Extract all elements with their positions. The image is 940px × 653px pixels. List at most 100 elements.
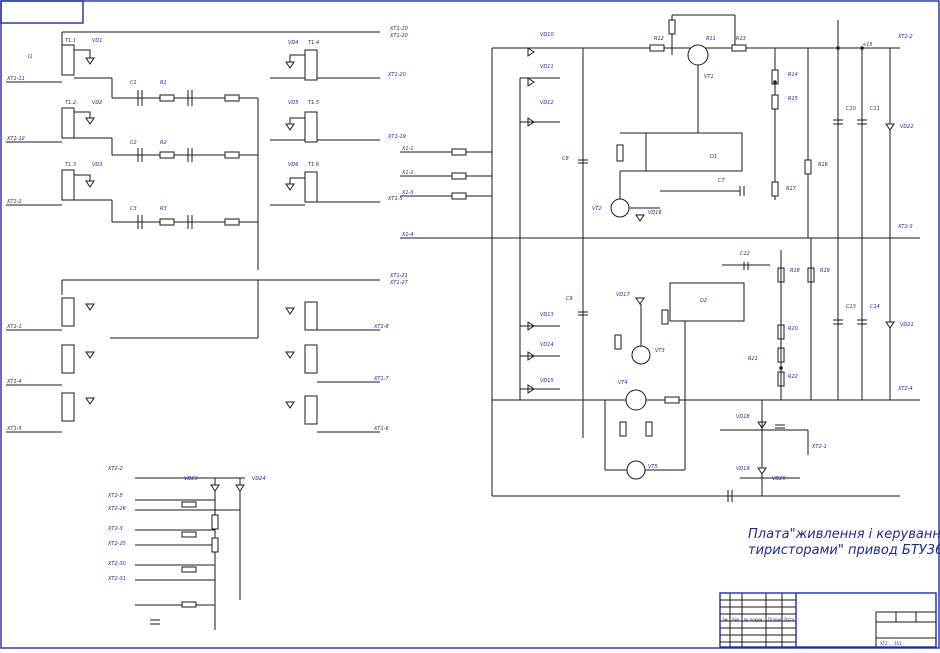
resistor-r2 bbox=[159, 151, 175, 159]
diode-label: VD3 bbox=[92, 162, 102, 168]
diode-label: VD22 bbox=[900, 124, 914, 130]
stamp-code: XT2 ... 351 bbox=[880, 641, 902, 646]
channel-io-label: XT1-5 bbox=[387, 196, 403, 202]
left-channel-2: XT1-12 T1.2 VD2 C2 R2 bbox=[6, 100, 258, 162]
left-channel-block: XT1-10 XT1-20 XT1-11 I1 T1.1 VD1 C1 R1 X… bbox=[6, 26, 408, 270]
diode-vd2 bbox=[85, 117, 95, 125]
net-label-xt1-21: XT1-21 bbox=[389, 273, 408, 279]
ic-label: D2 bbox=[700, 298, 707, 304]
net-label-x1-3: X1-3 bbox=[401, 190, 414, 196]
right-channel-block: T1.4 VD4 XT1-20 T1.5 VD5 XT1-19 T1.6 VD6 bbox=[270, 40, 406, 206]
diode-label: VD13 bbox=[540, 312, 554, 318]
diode-label: VD1 bbox=[92, 38, 102, 44]
diode-label: VD12 bbox=[540, 100, 554, 106]
lower-left-io-label: XT1-4 bbox=[6, 379, 22, 385]
lower-left-io-label: XT1-5 bbox=[6, 426, 22, 432]
resistor-label: R3 bbox=[160, 206, 167, 212]
diode-label: VD23 bbox=[184, 476, 198, 482]
transformer-t1-2 bbox=[61, 107, 75, 139]
stamp-cell: Підпис bbox=[768, 617, 782, 622]
net-label-x1-1: X1-1 bbox=[401, 146, 414, 152]
right-channel-3: T1.6 VD6 XT1-5 bbox=[270, 162, 403, 206]
right-channel-1: T1.4 VD4 XT1-20 bbox=[270, 40, 406, 81]
resistor-label: R14 bbox=[788, 72, 798, 78]
bottom-left-net: XT2-30 bbox=[107, 561, 126, 567]
title-line-1: Плата"живлення і керування bbox=[748, 527, 940, 542]
diode-label: VD10 bbox=[540, 32, 554, 38]
resistor-label: R19 bbox=[820, 268, 830, 274]
diode-label: VD16 bbox=[648, 210, 662, 216]
stamp-cell: Арк. bbox=[732, 617, 741, 622]
channel-io-label: XT1-2 bbox=[6, 199, 22, 205]
resistor-label: R1 bbox=[160, 80, 167, 86]
bottom-left-net: XT2-5 bbox=[107, 493, 123, 499]
ic-label: D1 bbox=[710, 154, 717, 160]
net-label-xt1-10: XT1-10 bbox=[389, 26, 408, 32]
transistor-label: VT3 bbox=[655, 348, 665, 354]
bottom-left-net: XT2-25 bbox=[107, 541, 126, 547]
transistor-vt1 bbox=[687, 44, 709, 66]
net-label-xt1-27: XT1-27 bbox=[389, 280, 409, 286]
diode-label: VD14 bbox=[540, 342, 554, 348]
title-line-2: тиристорами" привод БТУ3601 bbox=[748, 543, 940, 558]
lower-channel-block: XT1-21 XT1-27 XT1-1 XT1-4 XT1-5 XT1-8 XT… bbox=[6, 273, 409, 433]
transistor-vt5 bbox=[626, 460, 646, 480]
transistor-label: VT1 bbox=[704, 74, 714, 80]
transformer-t1-6 bbox=[304, 171, 318, 203]
net-label-xt2-2: XT2-2 bbox=[897, 34, 913, 40]
lower-right-io-label: XT1-8 bbox=[373, 324, 389, 330]
ic-d1 bbox=[645, 132, 743, 172]
transistor-vt4 bbox=[625, 389, 647, 411]
transistor-label: VT2 bbox=[592, 206, 602, 212]
lower-right-io-label: XT1-6 bbox=[373, 426, 389, 432]
transistor-vt2 bbox=[610, 198, 630, 218]
capacitor-label: C7 bbox=[718, 178, 725, 184]
diode-label: VD21 bbox=[900, 322, 914, 328]
resistor-label: R12 bbox=[654, 36, 664, 42]
bottom-left-net: XT2-26 bbox=[107, 506, 126, 512]
resistor-label: R21 bbox=[748, 356, 758, 362]
left-channel-1: XT1-11 I1 T1.1 VD1 C1 R1 bbox=[6, 38, 258, 106]
schematic-drawing: XT1-10 XT1-20 XT1-11 I1 T1.1 VD1 C1 R1 X… bbox=[0, 0, 940, 649]
transistor-label: VT4 bbox=[618, 380, 628, 386]
net-label-x1-4: X1-4 bbox=[401, 232, 414, 238]
right-channel-2: T1.5 VD5 XT1-19 bbox=[270, 100, 406, 143]
corner-stamp bbox=[0, 0, 84, 24]
channel-io-label: XT1-20 bbox=[387, 72, 406, 78]
transformer-t1-3 bbox=[61, 169, 75, 201]
resistor-label: R15 bbox=[788, 96, 798, 102]
diode-vd5 bbox=[285, 123, 295, 131]
transformer-t1-1 bbox=[61, 44, 75, 76]
transformer-label: T1.4 bbox=[308, 40, 319, 46]
resistor-r1 bbox=[159, 94, 175, 102]
bottom-left-net: XT2-2 bbox=[107, 466, 123, 472]
resistor-label: R13 bbox=[736, 36, 746, 42]
transistor-label: VT5 bbox=[648, 464, 658, 470]
capacitor-label: C11 bbox=[870, 106, 880, 112]
capacitor-label: C10 bbox=[846, 106, 856, 112]
transformer-label: T1.6 bbox=[308, 162, 319, 168]
diode-label: VD19 bbox=[736, 466, 750, 472]
transformer-label: T1.5 bbox=[308, 100, 319, 106]
stamp-cell: № докум. bbox=[744, 617, 764, 622]
transformer-label: T1.1 bbox=[65, 38, 76, 44]
transformer-label: T1.3 bbox=[65, 162, 76, 168]
diode-label: VD24 bbox=[252, 476, 266, 482]
stamp-cell: Зм. bbox=[722, 617, 729, 622]
diode-vd1 bbox=[85, 57, 95, 65]
diode-label: VD11 bbox=[540, 64, 554, 70]
resistor-label: R2 bbox=[160, 140, 167, 146]
net-label-x1-2: X1-2 bbox=[401, 170, 414, 176]
lower-right-io-label: XT1-7 bbox=[373, 376, 389, 382]
resistor-r3 bbox=[159, 218, 175, 226]
capacitor-label: C9 bbox=[566, 296, 573, 302]
resistor-label: R11 bbox=[706, 36, 716, 42]
resistor-label: R20 bbox=[788, 326, 798, 332]
bottom-left-block: XT2-2 XT2-5 XT2-26 XT2-3 XT2-25 XT2-30 X… bbox=[107, 466, 245, 630]
capacitor-label: C14 bbox=[870, 304, 880, 310]
net-label-xt1-20: XT1-20 bbox=[389, 33, 408, 39]
lower-left-io-label: XT1-1 bbox=[6, 324, 22, 330]
diode-vd3 bbox=[85, 180, 95, 188]
net-label-xt2-4: XT2-4 bbox=[897, 386, 913, 392]
net-label-plus15: +15 bbox=[862, 42, 873, 48]
